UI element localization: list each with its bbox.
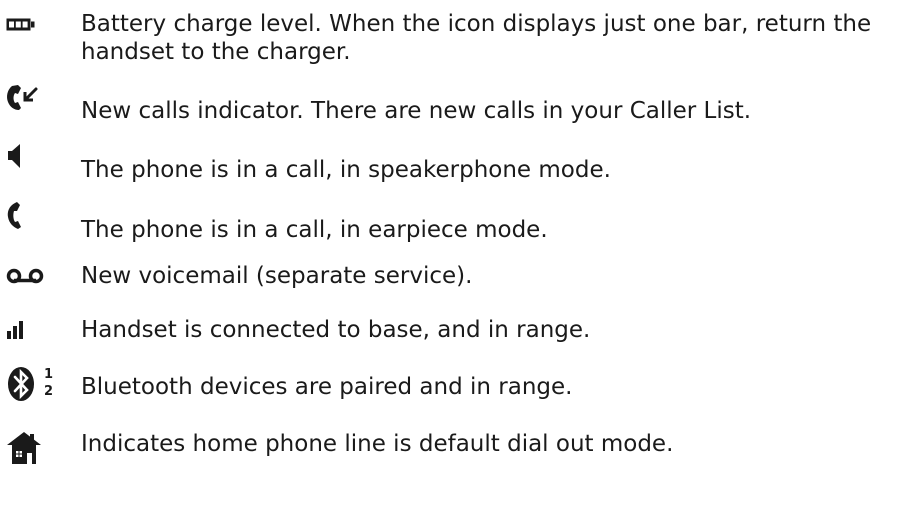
handset-icon — [6, 201, 56, 241]
speaker-icon — [6, 142, 56, 182]
bluetooth-device-2-label: 2 — [44, 384, 54, 399]
legend-text-home: Indicates home phone line is default dia… — [81, 431, 674, 457]
voicemail-icon — [6, 268, 56, 308]
legend-text-new-calls: New calls indicator. There are new calls… — [81, 98, 752, 124]
legend-text-voicemail: New voicemail (separate service). — [81, 263, 473, 289]
home-icon — [6, 431, 56, 471]
signal-icon — [6, 319, 56, 359]
new-calls-icon — [6, 84, 56, 124]
legend-text-signal: Handset is connected to base, and in ran… — [81, 317, 591, 343]
bluetooth-icon: 1 2 — [6, 366, 56, 406]
battery-icon — [6, 18, 56, 58]
legend-text-battery-line1: Battery charge level. When the icon disp… — [81, 11, 872, 37]
legend-text-speaker: The phone is in a call, in speakerphone … — [81, 157, 611, 183]
legend-text-bluetooth: Bluetooth devices are paired and in rang… — [81, 374, 573, 400]
legend-text-battery-line2: handset to the charger. — [81, 39, 351, 65]
bluetooth-device-1-label: 1 — [44, 367, 54, 382]
legend-text-earpiece: The phone is in a call, in earpiece mode… — [81, 217, 548, 243]
